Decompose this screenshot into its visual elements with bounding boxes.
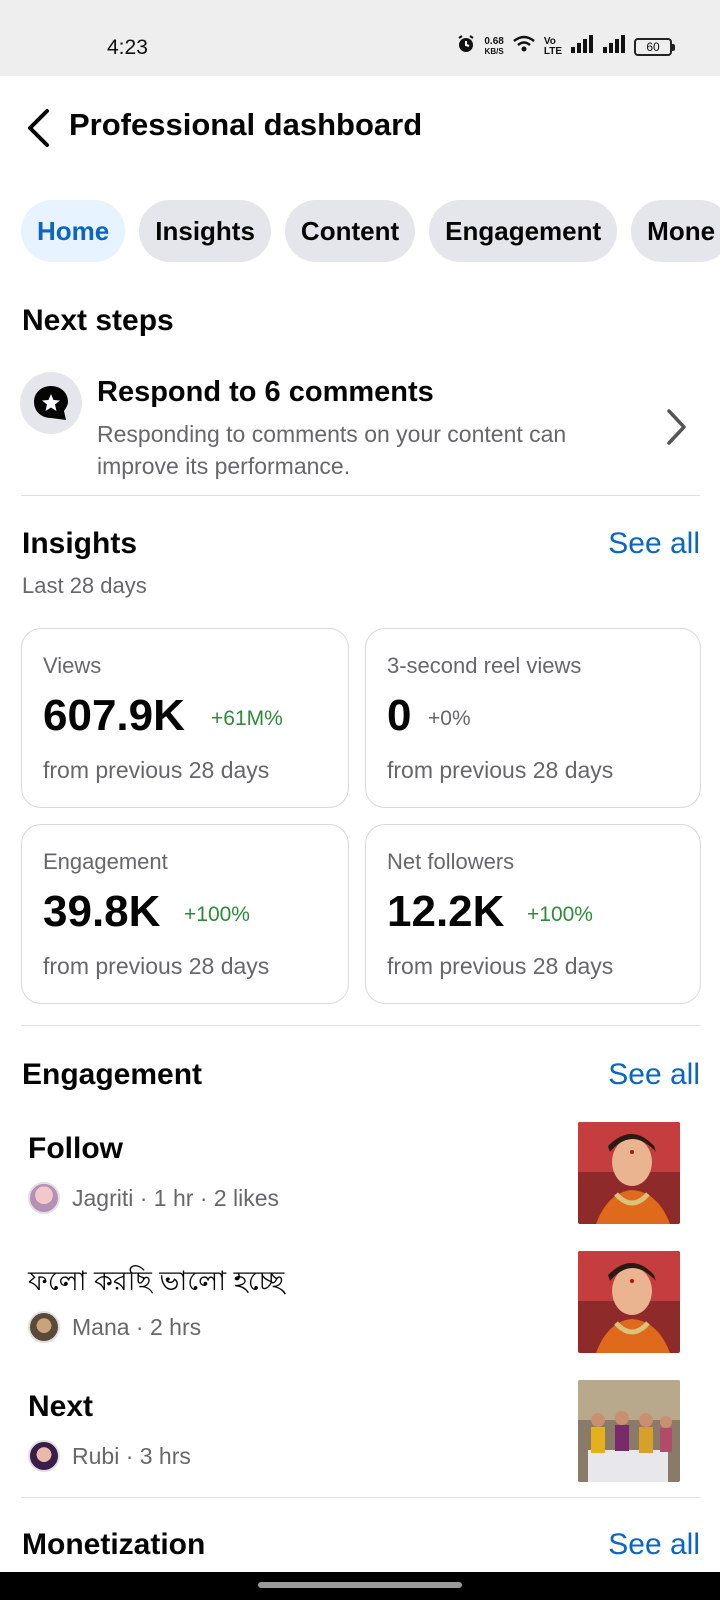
card-change: +100% — [527, 903, 593, 926]
comment-text: Next — [28, 1390, 94, 1423]
network-speed-unit: KB/S — [484, 46, 504, 56]
comment-text: Follow — [28, 1132, 123, 1165]
engagement-item[interactable]: Follow Jagriti · 1 hr · 2 likes — [28, 1122, 700, 1224]
tab-home[interactable]: Home — [21, 200, 126, 262]
engagement-item[interactable]: Next Rubi · 3 hrs — [28, 1380, 700, 1482]
comment-meta-text: Jagriti · 1 hr · 2 likes — [72, 1184, 280, 1211]
next-step-description: Responding to comments on your content c… — [97, 421, 567, 479]
comment-meta-text: Rubi · 3 hrs — [72, 1442, 191, 1469]
comment-meta: Jagriti · 1 hr · 2 likes — [28, 1182, 279, 1214]
tab-monetization[interactable]: Mone — [631, 200, 720, 262]
volte-bottom: LTE — [543, 45, 562, 57]
post-thumbnail[interactable] — [578, 1380, 680, 1482]
header: Professional dashboard — [0, 76, 720, 180]
avatar — [28, 1440, 60, 1472]
card-value: 12.2K — [387, 887, 505, 936]
card-value: 0 — [387, 691, 412, 740]
card-label: Net followers — [387, 849, 515, 874]
signal-icon — [570, 35, 594, 58]
card-footer: from previous 28 days — [387, 757, 614, 783]
status-bar: 4:23 0.68 KB/S Vo LTE 60 — [0, 0, 720, 76]
tab-engagement[interactable]: Engagement — [429, 200, 618, 262]
card-footer: from previous 28 days — [43, 953, 270, 979]
network-speed: 0.68 KB/S — [484, 35, 504, 57]
divider — [21, 495, 700, 496]
post-thumbnail[interactable] — [578, 1251, 680, 1353]
post-thumbnail[interactable] — [578, 1122, 680, 1224]
avatar — [28, 1311, 60, 1343]
volte-top: Vo — [543, 35, 556, 47]
card-label: 3-second reel views — [387, 653, 582, 678]
card-label: Views — [43, 653, 102, 678]
divider — [21, 1497, 700, 1498]
wifi-icon — [512, 35, 536, 58]
tab-bar: Home Insights Content Engagement Mone — [21, 200, 720, 262]
comment-meta: Mana · 2 hrs — [28, 1311, 201, 1343]
page-title: Professional dashboard — [69, 107, 423, 142]
divider — [21, 1025, 700, 1026]
avatar — [28, 1182, 60, 1214]
chevron-right-icon — [666, 408, 688, 451]
chevron-left-icon — [28, 109, 49, 147]
insight-card-reel-views[interactable]: 3-second reel views 0 +0% from previous … — [365, 628, 701, 808]
card-change: +61M% — [211, 707, 283, 730]
tab-insights[interactable]: Insights — [139, 200, 271, 262]
comment-meta-text: Mana · 2 hrs — [72, 1313, 202, 1340]
insights-see-all-link[interactable]: See all — [608, 527, 700, 561]
card-change: +100% — [184, 903, 250, 926]
status-icons: 0.68 KB/S Vo LTE 60 — [456, 34, 675, 59]
back-button[interactable] — [18, 104, 58, 152]
monetization-see-all-link[interactable]: See all — [608, 1528, 700, 1562]
status-time: 4:23 — [107, 36, 148, 59]
alarm-icon — [456, 34, 476, 59]
card-footer: from previous 28 days — [387, 953, 614, 979]
volte-icon: Vo LTE — [543, 35, 562, 57]
next-step-title: Respond to 6 comments — [97, 376, 434, 408]
card-value: 607.9K — [43, 691, 185, 740]
system-nav-bar — [0, 1572, 720, 1600]
engagement-item[interactable]: ফলো করছি ভালো হচ্ছে Mana · 2 hrs — [28, 1251, 700, 1353]
comment-text: ফলো করছি ভালো হচ্ছে — [28, 1266, 285, 1296]
comment-meta: Rubi · 3 hrs — [28, 1440, 191, 1472]
signal-icon-2 — [602, 35, 626, 58]
next-steps-title: Next steps — [22, 304, 174, 337]
next-step-item[interactable]: Respond to 6 comments Responding to comm… — [20, 372, 700, 482]
insight-card-views[interactable]: Views 607.9K +61M% from previous 28 days — [21, 628, 349, 808]
insights-title: Insights — [22, 527, 138, 560]
engagement-see-all-link[interactable]: See all — [608, 1058, 700, 1092]
card-value: 39.8K — [43, 887, 161, 936]
card-footer: from previous 28 days — [43, 757, 270, 783]
network-speed-value: 0.68 — [484, 35, 504, 47]
tab-content[interactable]: Content — [284, 200, 416, 262]
engagement-title: Engagement — [22, 1058, 203, 1091]
monetization-title: Monetization — [22, 1528, 206, 1561]
home-gesture-handle[interactable] — [258, 1582, 462, 1588]
insights-period: Last 28 days — [22, 573, 147, 598]
comment-star-icon — [20, 372, 82, 434]
battery-icon: 60 — [634, 37, 675, 56]
card-change: +0% — [428, 707, 471, 730]
insight-card-net-followers[interactable]: Net followers 12.2K +100% from previous … — [365, 824, 701, 1004]
insight-card-engagement[interactable]: Engagement 39.8K +100% from previous 28 … — [21, 824, 349, 1004]
card-label: Engagement — [43, 849, 168, 874]
